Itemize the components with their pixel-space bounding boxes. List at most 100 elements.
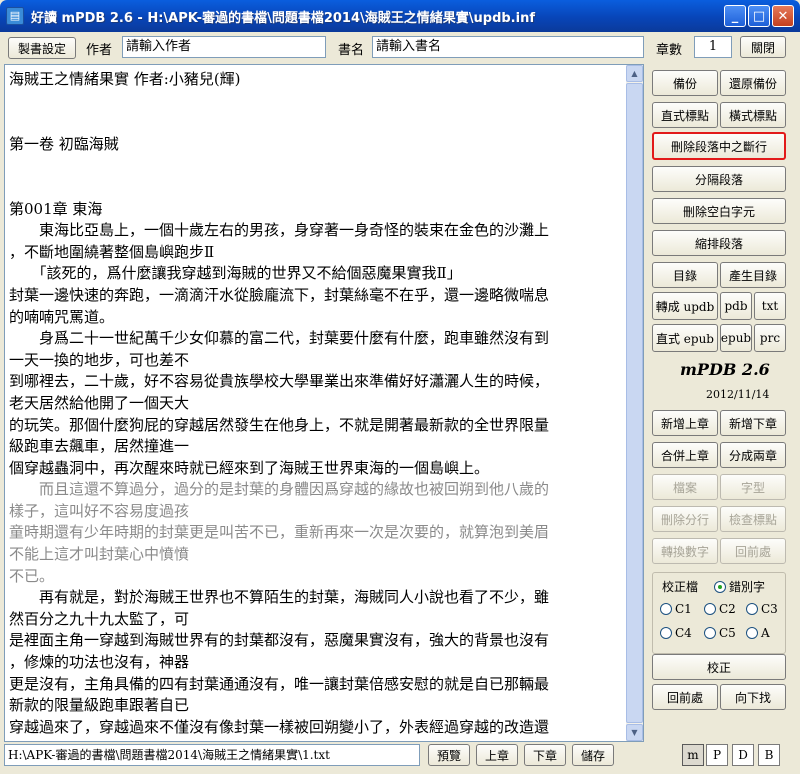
add-prev-chapter-button[interactable]: 新增上章	[652, 410, 718, 436]
text-line: ，不斷地圍繞著整個島嶼跑步Ⅱ	[9, 242, 215, 261]
prev-chapter-button[interactable]: 上章	[476, 744, 518, 766]
prc-button[interactable]: prc	[754, 324, 786, 352]
c4-radio[interactable]: C4	[660, 626, 692, 640]
txt-button[interactable]: txt	[754, 292, 786, 320]
split-two-chapters-button[interactable]: 分成兩章	[720, 442, 786, 468]
chapter-count-input[interactable]: 1	[694, 36, 732, 58]
text-line: 然百分之九十九太監了，可	[9, 609, 190, 628]
view-p-button[interactable]: P	[706, 744, 728, 766]
text-content[interactable]: 海賊王之情緒果實 作者:小豬兒(輝) 第一卷 初臨海賊 第001章 東海 東海比亞島…	[9, 69, 621, 738]
radio-icon	[660, 603, 672, 615]
a-radio[interactable]: A	[746, 626, 770, 640]
generate-toc-button[interactable]: 產生目錄	[720, 262, 786, 288]
find-next-button[interactable]: 向下找	[720, 684, 786, 710]
text-line	[9, 91, 621, 113]
radio-icon	[704, 603, 716, 615]
add-next-chapter-button[interactable]: 新增下章	[720, 410, 786, 436]
maximize-button[interactable]: □	[748, 5, 770, 27]
app-icon: ▤	[6, 7, 24, 25]
text-line: 封葉一邊快速的奔跑，一滴滴汗水從臉龐流下，封葉絲毫不在乎，還一邊略微喘息	[9, 285, 550, 304]
text-line: 第一卷 初臨海賊	[9, 134, 119, 153]
merge-prev-chapter-button[interactable]: 合併上章	[652, 442, 718, 468]
text-line: 到哪裡去，二十歲，好不容易從貴族學校大學畢業出來準備好好瀟灑人生的時候，	[9, 372, 550, 391]
text-line	[9, 155, 621, 177]
text-editor[interactable]: 海賊王之情緒果實 作者:小豬兒(輝) 第一卷 初臨海賊 第001章 東海 東海比亞島…	[4, 64, 644, 742]
text-line	[9, 177, 621, 199]
indent-paragraphs-button[interactable]: 縮排段落	[652, 230, 786, 256]
c5-radio[interactable]: C5	[704, 626, 736, 640]
split-paragraphs-button[interactable]: 分隔段落	[652, 166, 786, 192]
pdb-button[interactable]: pdb	[720, 292, 752, 320]
radio-icon	[660, 627, 672, 639]
radio-icon	[746, 627, 758, 639]
vertical-epub-button[interactable]: 直式 epub	[652, 324, 718, 352]
text-line: ，修煉的功法也沒有，神器	[9, 653, 190, 672]
back-prev2-button[interactable]: 回前處	[652, 684, 718, 710]
product-name: mPDB 2.6	[680, 360, 770, 379]
close-button[interactable]: 關閉	[740, 36, 786, 58]
text-line: 更是沒有，主角具備的四有封葉通通沒有，唯一讓封葉倍感安慰的就是自已那輛最	[9, 674, 550, 693]
file-path-input[interactable]: H:\APK-審過的書檔\問題書檔2014\海賊王之情緒果實\1.txt	[4, 744, 420, 766]
product-date: 2012/11/14	[706, 388, 770, 401]
scroll-thumb[interactable]	[626, 83, 643, 723]
author-input[interactable]: 請輸入作者	[122, 36, 326, 58]
text-line: 身爲二十一世紀萬千少女仰慕的富二代，封葉要什麼有什麼，跑車雖然沒有到	[9, 329, 550, 348]
book-title-label: 書名	[338, 43, 365, 58]
radio-icon	[704, 627, 716, 639]
view-b-button[interactable]: B	[758, 744, 780, 766]
vertical-punct-button[interactable]: 直式標點	[652, 102, 718, 128]
wrong-chars-radio[interactable]: 錯別字	[714, 578, 765, 595]
font-button[interactable]: 字型	[720, 474, 786, 500]
correction-file-label: 校正檔	[662, 580, 699, 594]
file-button[interactable]: 檔案	[652, 474, 718, 500]
horizontal-punct-button[interactable]: 橫式標點	[720, 102, 786, 128]
restore-backup-button[interactable]: 還原備份	[720, 70, 786, 96]
window-title-text: mPDB 2.6 - H:\APK-審過的書檔\問題書檔2014\海賊王之情緒果…	[61, 10, 535, 26]
author-label: 作者	[86, 43, 113, 58]
text-line: 新款的限量級跑車跟著自已	[9, 696, 190, 715]
radio-icon	[746, 603, 758, 615]
remove-line-breaks-button[interactable]: 刪除段落中之斷行	[652, 132, 786, 160]
text-line: 老天居然給他開了一個天大	[9, 393, 190, 412]
c2-radio[interactable]: C2	[704, 602, 736, 616]
proofread-button[interactable]: 校正	[652, 654, 786, 680]
next-chapter-button[interactable]: 下章	[524, 744, 566, 766]
close-window-button[interactable]: ✕	[772, 5, 794, 27]
c1-radio[interactable]: C1	[660, 602, 692, 616]
remove-split-lines-button[interactable]: 刪除分行	[652, 506, 718, 532]
chapter-count-label: 章數	[656, 43, 683, 58]
text-line: 而且這還不算過分，過分的是封葉的身體因爲穿越的緣故也被回朔到他八歲的	[9, 480, 550, 499]
window-title: 好讀 mPDB 2.6 - H:\APK-審過的書檔\問題書檔2014\海賊王之…	[31, 7, 535, 26]
text-line: 東海比亞島上，一個十歲左右的男孩，身穿著一身奇怪的裝束在金色的沙灘上	[9, 221, 550, 240]
text-line: 穿越過來了，穿越過來不僅沒有像封葉一樣被回朔變小了，外表經過穿越的改造還	[9, 717, 550, 736]
toc-button[interactable]: 目錄	[652, 262, 718, 288]
text-line: 樣子，這叫好不容易度過孩	[9, 501, 190, 520]
text-line: 再有就是，對於海賊王世界也不算陌生的封葉，海賊同人小說也看了不少，雖	[9, 588, 550, 607]
save-button[interactable]: 儲存	[572, 744, 614, 766]
remove-blank-chars-button[interactable]: 刪除空白字元	[652, 198, 786, 224]
text-line	[9, 112, 621, 134]
check-punct-button[interactable]: 檢查標點	[720, 506, 786, 532]
preview-button[interactable]: 預覽	[428, 744, 470, 766]
view-d-button[interactable]: D	[732, 744, 754, 766]
convert-updb-button[interactable]: 轉成 updb	[652, 292, 718, 320]
scroll-down-icon[interactable]: ▼	[626, 724, 643, 741]
text-line: 「該死的，爲什麼讓我穿越到海賊的世界又不給個惡魔果實我Ⅱ」	[9, 264, 462, 283]
c3-radio[interactable]: C3	[746, 602, 778, 616]
text-line: 第001章 東海	[9, 199, 103, 218]
backup-button[interactable]: 備份	[652, 70, 718, 96]
view-m-button[interactable]: m	[682, 744, 704, 766]
book-title-input[interactable]: 請輸入書名	[372, 36, 644, 58]
radio-selected-icon	[714, 580, 726, 593]
text-line: 一天一換的地步，可也差不	[9, 350, 190, 369]
back-prev-button[interactable]: 回前處	[720, 538, 786, 564]
book-settings-button[interactable]: 製書設定	[8, 37, 76, 59]
vertical-scrollbar[interactable]: ▲ ▼	[626, 65, 643, 741]
convert-digits-button[interactable]: 轉換數字	[652, 538, 718, 564]
title-bar[interactable]: ▤ 好讀 mPDB 2.6 - H:\APK-審過的書檔\問題書檔2014\海賊…	[0, 0, 800, 32]
text-line: 個穿越蟲洞中，再次醒來時就已經來到了海賊王世界東海的一個島嶼上。	[9, 458, 490, 477]
minimize-button[interactable]: _	[724, 5, 746, 27]
epub-button[interactable]: epub	[720, 324, 752, 352]
text-line: 的玩笑。那個什麼狗屁的穿越居然發生在他身上，不就是開著最新款的全世界限量	[9, 415, 550, 434]
scroll-up-icon[interactable]: ▲	[626, 65, 643, 82]
